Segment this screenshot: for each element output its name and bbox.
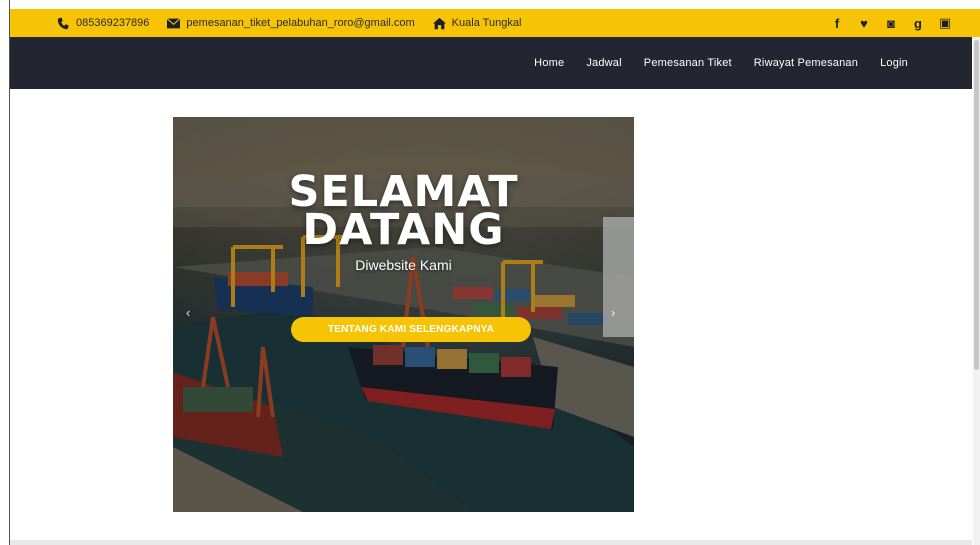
scrollbar-thumb[interactable] bbox=[974, 40, 979, 370]
hero-slider: SELAMAT DATANG Diwebsite Kami TENTANG KA… bbox=[173, 117, 634, 512]
youtube-icon[interactable]: ▣ bbox=[938, 15, 952, 31]
home-icon bbox=[432, 17, 446, 29]
phone-number: 085369237896 bbox=[76, 17, 150, 29]
envelope-icon bbox=[167, 17, 181, 28]
twitter-icon[interactable]: ♥ bbox=[857, 16, 871, 31]
chevron-left-icon[interactable]: ‹ bbox=[186, 305, 190, 320]
location-text: Kuala Tungkal bbox=[451, 17, 522, 29]
location-info: Kuala Tungkal bbox=[432, 17, 522, 30]
horizontal-scrollbar[interactable] bbox=[10, 540, 972, 545]
social-links: f ♥ ◙ g ▣ bbox=[830, 9, 952, 37]
instagram-icon[interactable]: ◙ bbox=[884, 16, 898, 31]
email-address[interactable]: pemesanan_tiket_pelabuhan_roro@gmail.com bbox=[186, 17, 414, 29]
about-us-button[interactable]: TENTANG KAMI SELENGKAPNYA bbox=[291, 317, 531, 342]
phone-info: 085369237896 bbox=[57, 17, 149, 30]
hero-title-line2: DATANG bbox=[302, 205, 505, 255]
google-plus-icon[interactable]: g bbox=[911, 16, 925, 31]
email-info: pemesanan_tiket_pelabuhan_roro@gmail.com bbox=[167, 17, 415, 30]
top-info-bar: 085369237896 pemesanan_tiket_pelabuhan_r… bbox=[10, 9, 980, 37]
nav-pemesanan-tiket[interactable]: Pemesanan Tiket bbox=[644, 57, 732, 69]
hero-subtitle: Diwebsite Kami bbox=[355, 257, 452, 273]
chevron-right-icon[interactable]: › bbox=[611, 305, 615, 320]
nav-riwayat-pemesanan[interactable]: Riwayat Pemesanan bbox=[754, 57, 858, 69]
nav-home[interactable]: Home bbox=[534, 57, 564, 69]
nav-login[interactable]: Login bbox=[880, 57, 908, 69]
facebook-icon[interactable]: f bbox=[830, 16, 844, 31]
phone-icon bbox=[57, 17, 69, 29]
nav-jadwal[interactable]: Jadwal bbox=[586, 57, 621, 69]
main-navbar: Home Jadwal Pemesanan Tiket Riwayat Peme… bbox=[10, 37, 972, 89]
